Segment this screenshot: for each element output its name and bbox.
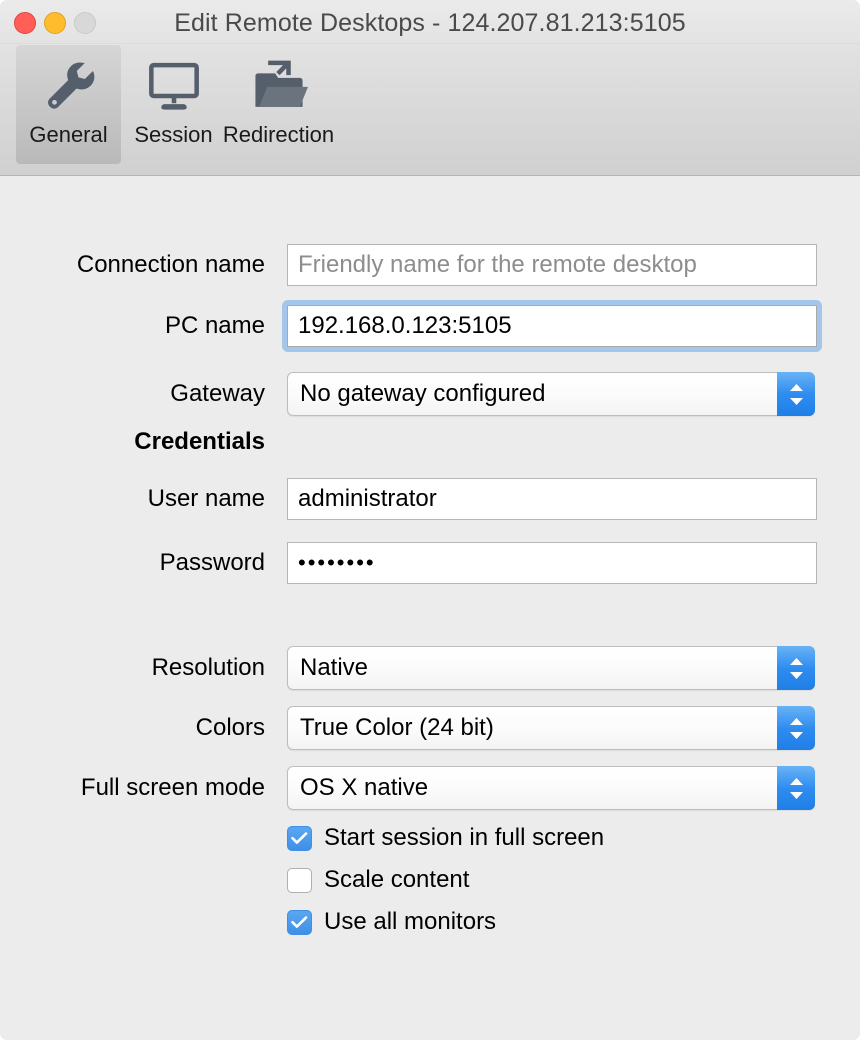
pc-name-input[interactable]: 192.168.0.123:5105 [287, 305, 817, 347]
gateway-row: Gateway No gateway configured [0, 372, 860, 416]
gateway-field-wrap: No gateway configured [287, 372, 815, 416]
checkbox-use-all-monitors[interactable]: Use all monitors [287, 908, 496, 936]
toolbar-tab-general-label: General [29, 122, 108, 147]
full-screen-mode-field-wrap: OS X native [287, 766, 815, 810]
resolution-label: Resolution [151, 654, 265, 681]
toolbar-tab-redirection[interactable]: Redirection [222, 44, 335, 164]
password-masked-value: •••••••• [298, 550, 376, 575]
password-row: Password •••••••• [0, 542, 860, 584]
checkbox-use-all-monitors-label: Use all monitors [324, 908, 497, 935]
checkbox-scale-content[interactable]: Scale content [287, 866, 469, 894]
gateway-select-value: No gateway configured [300, 380, 546, 407]
full-screen-mode-select[interactable]: OS X native [287, 766, 815, 810]
checkbox-start-session-full-screen[interactable]: Start session in full screen [287, 824, 604, 852]
monitor-icon [145, 50, 203, 122]
colors-select-value: True Color (24 bit) [300, 714, 494, 741]
password-label: Password [159, 549, 265, 576]
resolution-stepper-icon[interactable] [777, 646, 815, 690]
full-screen-mode-select-value: OS X native [300, 774, 429, 801]
resolution-select-value: Native [300, 654, 369, 681]
connection-name-label: Connection name [76, 251, 265, 278]
user-name-label: User name [147, 485, 265, 512]
toolbar-tab-session[interactable]: Session [121, 44, 226, 164]
checkbox-start-session-full-screen-label: Start session in full screen [324, 824, 605, 851]
wrench-icon [40, 50, 98, 122]
gateway-label: Gateway [170, 380, 265, 407]
edit-remote-desktops-window: Edit Remote Desktops - 124.207.81.213:51… [0, 0, 860, 1040]
colors-row: Colors True Color (24 bit) [0, 706, 860, 750]
checkbox-scale-content-box[interactable] [287, 867, 312, 893]
pc-name-field-wrap: 192.168.0.123:5105 [282, 300, 822, 352]
full-screen-mode-row: Full screen mode OS X native [0, 766, 860, 810]
pc-name-focus-ring: 192.168.0.123:5105 [282, 300, 822, 352]
checkbox-use-all-monitors-box[interactable] [287, 909, 312, 935]
user-name-field-wrap: administrator [287, 478, 817, 520]
checkbox-scale-content-label: Scale content [324, 866, 470, 893]
resolution-field-wrap: Native [287, 646, 815, 690]
connection-name-input[interactable]: Friendly name for the remote desktop [287, 244, 817, 286]
toolbar-tab-session-label: Session [134, 122, 213, 147]
toolbar-tab-general[interactable]: General [16, 44, 121, 164]
connection-name-row: Connection name Friendly name for the re… [0, 244, 860, 286]
colors-field-wrap: True Color (24 bit) [287, 706, 815, 750]
colors-label: Colors [195, 714, 265, 741]
full-screen-mode-label: Full screen mode [80, 774, 265, 801]
resolution-select[interactable]: Native [287, 646, 815, 690]
credentials-heading: Credentials [134, 428, 265, 455]
password-field-wrap: •••••••• [287, 542, 817, 584]
colors-stepper-icon[interactable] [777, 706, 815, 750]
window-title: Edit Remote Desktops - 124.207.81.213:51… [174, 9, 686, 37]
pc-name-label: PC name [164, 312, 265, 339]
credentials-heading-row: Credentials [0, 428, 860, 456]
general-settings-pane: Connection name Friendly name for the re… [0, 176, 860, 1040]
toolbar: General Session Redirection [0, 44, 860, 176]
title-bar: Edit Remote Desktops - 124.207.81.213:51… [0, 0, 860, 44]
connection-name-field-wrap: Friendly name for the remote desktop [287, 244, 817, 286]
resolution-row: Resolution Native [0, 646, 860, 690]
gateway-select[interactable]: No gateway configured [287, 372, 815, 416]
user-name-input[interactable]: administrator [287, 478, 817, 520]
toolbar-tab-redirection-label: Redirection [222, 122, 335, 147]
colors-select[interactable]: True Color (24 bit) [287, 706, 815, 750]
pc-name-row: PC name 192.168.0.123:5105 [0, 300, 860, 352]
user-name-row: User name administrator [0, 478, 860, 520]
checkbox-start-session-full-screen-box[interactable] [287, 825, 312, 851]
gateway-stepper-icon[interactable] [777, 372, 815, 416]
full-screen-mode-stepper-icon[interactable] [777, 766, 815, 810]
folder-arrow-icon [250, 50, 308, 122]
password-input[interactable]: •••••••• [287, 542, 817, 584]
